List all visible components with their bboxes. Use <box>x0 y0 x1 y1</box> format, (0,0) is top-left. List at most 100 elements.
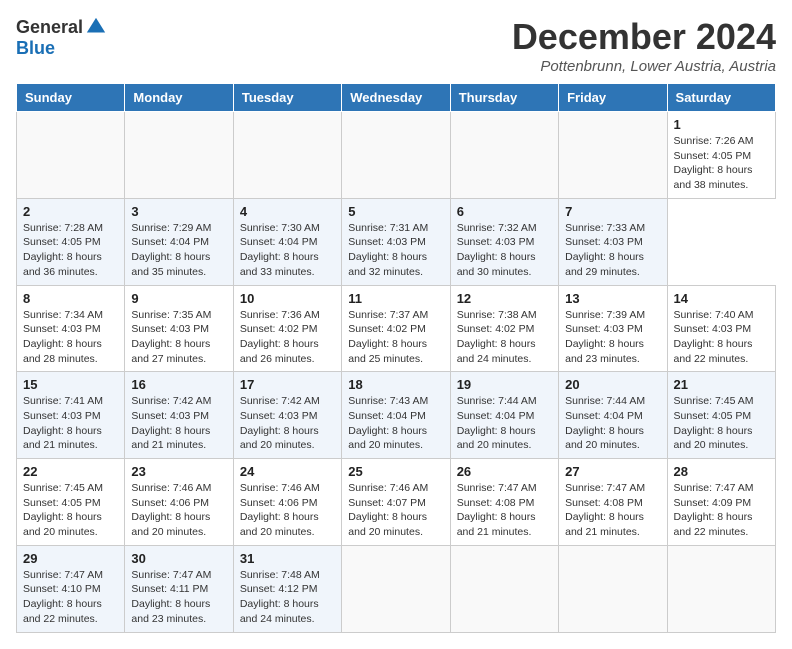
day-info: Sunrise: 7:43 AMSunset: 4:04 PMDaylight:… <box>348 394 443 453</box>
location: Pottenbrunn, Lower Austria, Austria <box>512 58 776 75</box>
calendar-day-cell: 5Sunrise: 7:31 AMSunset: 4:03 PMDaylight… <box>342 198 450 285</box>
calendar-day-cell: 8Sunrise: 7:34 AMSunset: 4:03 PMDaylight… <box>17 285 125 372</box>
calendar-day-cell: 7Sunrise: 7:33 AMSunset: 4:03 PMDaylight… <box>559 198 667 285</box>
day-number: 17 <box>240 377 335 392</box>
day-info: Sunrise: 7:47 AMSunset: 4:08 PMDaylight:… <box>565 481 660 540</box>
day-info: Sunrise: 7:31 AMSunset: 4:03 PMDaylight:… <box>348 221 443 280</box>
calendar-day-cell <box>17 112 125 199</box>
calendar-day-cell: 31 Sunrise: 7:48 AMSunset: 4:12 PMDayligh… <box>233 545 341 632</box>
calendar-day-cell: 13 Sunrise: 7:39 AMSunset: 4:03 PMDayligh… <box>559 285 667 372</box>
calendar-day-cell: 3 Sunrise: 7:29 AMSunset: 4:04 PMDaylight… <box>125 198 233 285</box>
calendar-weekday-friday: Friday <box>559 84 667 112</box>
day-number: 23 <box>131 464 226 479</box>
calendar-day-cell <box>342 545 450 632</box>
logo-general: General <box>16 17 83 38</box>
day-number: 25 <box>348 464 443 479</box>
day-number: 29 <box>23 551 118 566</box>
day-number: 30 <box>131 551 226 566</box>
calendar-week-row: 8Sunrise: 7:34 AMSunset: 4:03 PMDaylight… <box>17 285 776 372</box>
day-number: 11 <box>348 291 443 306</box>
calendar-day-cell: 24Sunrise: 7:46 AMSunset: 4:06 PMDayligh… <box>233 459 341 546</box>
logo-icon <box>85 16 107 38</box>
day-info: Sunrise: 7:28 AMSunset: 4:05 PMDaylight:… <box>23 221 118 280</box>
calendar-day-cell: 9Sunrise: 7:35 AMSunset: 4:03 PMDaylight… <box>125 285 233 372</box>
calendar-day-cell: 28 Sunrise: 7:47 AMSunset: 4:09 PMDayligh… <box>667 459 775 546</box>
calendar-week-row: 2Sunrise: 7:28 AMSunset: 4:05 PMDaylight… <box>17 198 776 285</box>
day-info: Sunrise: 7:26 AMSunset: 4:05 PMDaylight:… <box>674 134 769 193</box>
day-info: Sunrise: 7:36 AMSunset: 4:02 PMDaylight:… <box>240 308 335 367</box>
calendar-day-cell: 25 Sunrise: 7:46 AMSunset: 4:07 PMDayligh… <box>342 459 450 546</box>
day-info: Sunrise: 7:37 AMSunset: 4:02 PMDaylight:… <box>348 308 443 367</box>
calendar-day-cell: 4 Sunrise: 7:30 AMSunset: 4:04 PMDaylight… <box>233 198 341 285</box>
day-number: 3 <box>131 204 226 219</box>
calendar-weekday-monday: Monday <box>125 84 233 112</box>
day-info: Sunrise: 7:30 AMSunset: 4:04 PMDaylight:… <box>240 221 335 280</box>
calendar-day-cell: 27Sunrise: 7:47 AMSunset: 4:08 PMDayligh… <box>559 459 667 546</box>
day-info: Sunrise: 7:48 AMSunset: 4:12 PMDaylight:… <box>240 568 335 627</box>
calendar-day-cell <box>233 112 341 199</box>
day-number: 1 <box>674 117 769 132</box>
calendar-day-cell <box>125 112 233 199</box>
day-info: Sunrise: 7:39 AMSunset: 4:03 PMDaylight:… <box>565 308 660 367</box>
day-number: 15 <box>23 377 118 392</box>
day-info: Sunrise: 7:45 AMSunset: 4:05 PMDaylight:… <box>674 394 769 453</box>
calendar-weekday-tuesday: Tuesday <box>233 84 341 112</box>
day-number: 16 <box>131 377 226 392</box>
calendar-day-cell <box>559 112 667 199</box>
calendar-day-cell: 21 Sunrise: 7:45 AMSunset: 4:05 PMDayligh… <box>667 372 775 459</box>
calendar-day-cell: 26Sunrise: 7:47 AMSunset: 4:08 PMDayligh… <box>450 459 558 546</box>
calendar-week-row: 1 Sunrise: 7:26 AMSunset: 4:05 PMDaylight… <box>17 112 776 199</box>
day-number: 19 <box>457 377 552 392</box>
calendar-day-cell: 20Sunrise: 7:44 AMSunset: 4:04 PMDayligh… <box>559 372 667 459</box>
day-number: 24 <box>240 464 335 479</box>
day-number: 20 <box>565 377 660 392</box>
day-info: Sunrise: 7:47 AMSunset: 4:09 PMDaylight:… <box>674 481 769 540</box>
calendar-weekday-sunday: Sunday <box>17 84 125 112</box>
calendar-day-cell: 14 Sunrise: 7:40 AMSunset: 4:03 PMDayligh… <box>667 285 775 372</box>
calendar-day-cell: 22Sunrise: 7:45 AMSunset: 4:05 PMDayligh… <box>17 459 125 546</box>
calendar-week-row: 29 Sunrise: 7:47 AMSunset: 4:10 PMDayligh… <box>17 545 776 632</box>
calendar-day-cell: 10Sunrise: 7:36 AMSunset: 4:02 PMDayligh… <box>233 285 341 372</box>
day-number: 6 <box>457 204 552 219</box>
day-number: 9 <box>131 291 226 306</box>
calendar-day-cell: 17 Sunrise: 7:42 AMSunset: 4:03 PMDayligh… <box>233 372 341 459</box>
day-number: 22 <box>23 464 118 479</box>
calendar-day-cell: 16Sunrise: 7:42 AMSunset: 4:03 PMDayligh… <box>125 372 233 459</box>
calendar-week-row: 22Sunrise: 7:45 AMSunset: 4:05 PMDayligh… <box>17 459 776 546</box>
day-info: Sunrise: 7:29 AMSunset: 4:04 PMDaylight:… <box>131 221 226 280</box>
day-info: Sunrise: 7:47 AMSunset: 4:11 PMDaylight:… <box>131 568 226 627</box>
day-info: Sunrise: 7:42 AMSunset: 4:03 PMDaylight:… <box>240 394 335 453</box>
title-section: December 2024 Pottenbrunn, Lower Austria… <box>512 16 776 75</box>
day-info: Sunrise: 7:46 AMSunset: 4:06 PMDaylight:… <box>131 481 226 540</box>
calendar-day-cell: 6Sunrise: 7:32 AMSunset: 4:03 PMDaylight… <box>450 198 558 285</box>
day-number: 21 <box>674 377 769 392</box>
day-number: 28 <box>674 464 769 479</box>
calendar-day-cell: 19 Sunrise: 7:44 AMSunset: 4:04 PMDayligh… <box>450 372 558 459</box>
calendar-day-cell: 29 Sunrise: 7:47 AMSunset: 4:10 PMDayligh… <box>17 545 125 632</box>
calendar-day-cell: 2Sunrise: 7:28 AMSunset: 4:05 PMDaylight… <box>17 198 125 285</box>
calendar-day-cell: 30 Sunrise: 7:47 AMSunset: 4:11 PMDayligh… <box>125 545 233 632</box>
day-number: 7 <box>565 204 660 219</box>
calendar-day-cell <box>450 112 558 199</box>
calendar-table: SundayMondayTuesdayWednesdayThursdayFrid… <box>16 83 776 633</box>
day-number: 31 <box>240 551 335 566</box>
calendar-day-cell <box>559 545 667 632</box>
calendar-week-row: 15Sunrise: 7:41 AMSunset: 4:03 PMDayligh… <box>17 372 776 459</box>
calendar-day-cell <box>667 545 775 632</box>
day-info: Sunrise: 7:44 AMSunset: 4:04 PMDaylight:… <box>457 394 552 453</box>
day-number: 8 <box>23 291 118 306</box>
day-number: 4 <box>240 204 335 219</box>
calendar-day-cell <box>342 112 450 199</box>
calendar-day-cell: 18Sunrise: 7:43 AMSunset: 4:04 PMDayligh… <box>342 372 450 459</box>
day-info: Sunrise: 7:40 AMSunset: 4:03 PMDaylight:… <box>674 308 769 367</box>
day-info: Sunrise: 7:46 AMSunset: 4:07 PMDaylight:… <box>348 481 443 540</box>
calendar-day-cell <box>450 545 558 632</box>
day-number: 14 <box>674 291 769 306</box>
calendar-day-cell: 11 Sunrise: 7:37 AMSunset: 4:02 PMDayligh… <box>342 285 450 372</box>
logo: General Blue <box>16 16 107 59</box>
day-number: 12 <box>457 291 552 306</box>
calendar-day-cell: 1 Sunrise: 7:26 AMSunset: 4:05 PMDaylight… <box>667 112 775 199</box>
day-number: 13 <box>565 291 660 306</box>
page-header: General Blue December 2024 Pottenbrunn, … <box>16 16 776 75</box>
day-info: Sunrise: 7:47 AMSunset: 4:10 PMDaylight:… <box>23 568 118 627</box>
